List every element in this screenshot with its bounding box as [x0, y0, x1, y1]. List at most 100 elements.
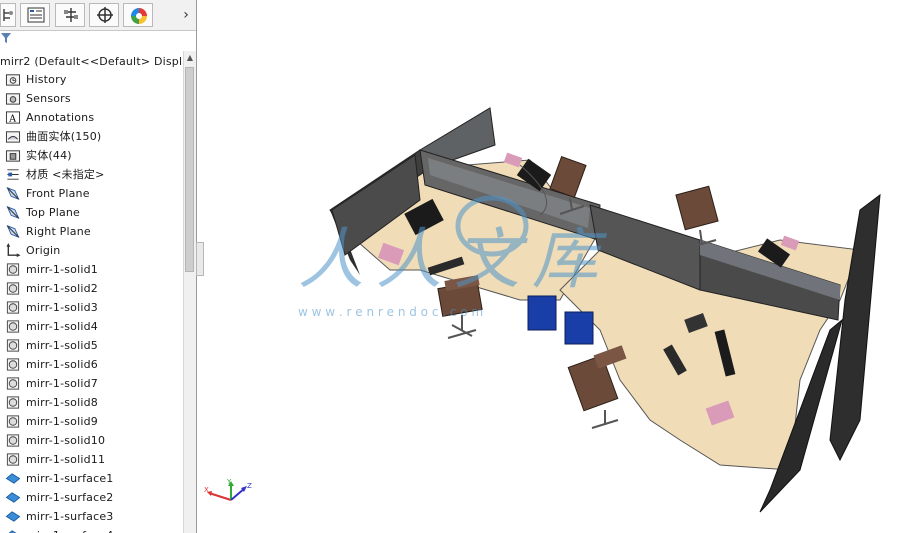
surface-bodies-folder-icon — [5, 131, 21, 143]
tree-item-label: 材质 <未指定> — [26, 168, 105, 181]
tree-item-label: mirr-1-solid11 — [26, 453, 106, 466]
tree-item-label: 实体(44) — [26, 149, 72, 162]
import-solid-icon — [6, 434, 20, 447]
tree-item[interactable]: A Annotations — [0, 108, 183, 127]
tree-item[interactable]: mirr-1-solid7 — [0, 374, 183, 393]
tree-item-label: 曲面实体(150) — [26, 130, 102, 143]
import-solid-icon — [6, 320, 20, 333]
tree-item[interactable]: mirr-1-surface2 — [0, 488, 183, 507]
plane-icon — [6, 206, 20, 219]
tree-item-label: mirr-1-solid9 — [26, 415, 99, 428]
tree-item[interactable]: mirr-1-solid2 — [0, 279, 183, 298]
tree-item[interactable]: mirr-1-solid10 — [0, 431, 183, 450]
tree-item[interactable]: Origin — [0, 241, 183, 260]
tree-item-label: mirr-1-solid7 — [26, 377, 99, 390]
crosshair-icon — [97, 7, 113, 23]
material-icon — [7, 169, 19, 180]
dimxpert-manager-tab[interactable] — [89, 3, 119, 27]
import-solid-icon — [6, 263, 20, 276]
triad-x-label: X — [204, 486, 209, 494]
annotations-icon: A — [5, 111, 21, 124]
import-solid-icon — [6, 453, 20, 466]
tree-item[interactable]: mirr-1-surface3 — [0, 507, 183, 526]
filter-icon[interactable] — [0, 31, 14, 45]
tree-item[interactable]: mirr-1-surface4 — [0, 526, 183, 533]
tree-item-label: mirr-1-solid2 — [26, 282, 99, 295]
tree-item[interactable]: mirr-1-solid3 — [0, 298, 183, 317]
svg-text:A: A — [8, 113, 16, 124]
tree-item[interactable]: mirr-1-solid6 — [0, 355, 183, 374]
property-manager-tab[interactable] — [20, 3, 50, 27]
tree-item-label: mirr-1-surface2 — [26, 491, 114, 504]
plane-icon — [6, 187, 20, 200]
tree-item-label: Top Plane — [26, 206, 81, 219]
bin-2 — [564, 311, 594, 345]
root-part-label: mirr2 (Default<<Default> Display S — [0, 55, 183, 68]
tree-item[interactable]: 曲面实体(150) — [0, 127, 183, 146]
tree-item-label: Annotations — [26, 111, 95, 124]
tree-item[interactable]: History — [0, 70, 183, 89]
watermark-text: 人人文库 — [298, 221, 610, 298]
tree-item-label: Sensors — [26, 92, 71, 105]
graphics-area[interactable]: 人人文库 w w w . r e n r e n d o c . c o m — [205, 0, 900, 533]
import-solid-icon — [6, 377, 20, 390]
tree-item[interactable]: 实体(44) — [0, 146, 183, 165]
property-manager-icon — [27, 7, 45, 23]
import-solid-icon — [6, 282, 20, 295]
manager-tab-bar: › — [0, 0, 196, 31]
tree-item[interactable]: mirr-1-solid8 — [0, 393, 183, 412]
import-solid-icon — [6, 358, 20, 371]
triad-y-label: Y — [226, 478, 232, 486]
display-manager-tab[interactable] — [123, 3, 153, 27]
surface-icon — [8, 530, 17, 533]
tree-item[interactable]: mirr-1-surface1 — [0, 469, 183, 488]
expand-tabs-arrow[interactable]: › — [180, 6, 192, 24]
tree-item[interactable]: mirr-1-solid5 — [0, 336, 183, 355]
tree-item-label: mirr-1-solid6 — [26, 358, 99, 371]
tree-item[interactable]: mirr-1-solid11 — [0, 450, 183, 469]
tree-root-part[interactable]: mirr2 (Default<<Default> Display S — [0, 52, 183, 71]
tree-item-label: mirr-1-solid8 — [26, 396, 99, 409]
chair-bottom-center — [567, 345, 627, 429]
view-triad: X Y Z — [204, 478, 252, 501]
tree-item[interactable]: 材质 <未指定> — [0, 165, 183, 184]
tree-item-label: mirr-1-solid1 — [26, 263, 99, 276]
tree-item-label: History — [26, 73, 67, 86]
origin-icon — [6, 243, 21, 258]
import-solid-icon — [6, 415, 20, 428]
triad-z-label: Z — [247, 482, 252, 490]
tree-item-label: Origin — [26, 244, 61, 257]
tree-item[interactable]: Front Plane — [0, 184, 183, 203]
tree-item-label: Front Plane — [26, 187, 90, 200]
surface-icon — [5, 492, 21, 503]
tree-item[interactable]: mirr-1-solid1 — [0, 260, 183, 279]
tree-item-label: mirr-1-surface3 — [26, 510, 114, 523]
surface-icon — [5, 511, 21, 522]
solid-bodies-folder-icon — [5, 150, 21, 162]
tree-item[interactable]: mirr-1-solid4 — [0, 317, 183, 336]
tree-item[interactable]: Right Plane — [0, 222, 183, 241]
tree-scrollbar[interactable]: ▲ — [183, 51, 196, 533]
configuration-manager-tab[interactable] — [55, 3, 85, 27]
history-folder-icon — [5, 74, 21, 86]
tree-item-label: mirr-1-surface1 — [26, 472, 114, 485]
color-wheel-icon — [131, 8, 147, 24]
scrollbar-thumb[interactable] — [185, 67, 194, 272]
feature-manager-tab[interactable] — [0, 3, 16, 27]
tree-item-label: mirr-1-solid3 — [26, 301, 99, 314]
tree-item-label: mirr-1-solid10 — [26, 434, 106, 447]
tree-item[interactable]: Sensors — [0, 89, 183, 108]
import-solid-icon — [6, 301, 20, 314]
tree-item-label: Right Plane — [26, 225, 91, 238]
feature-tree: mirr2 (Default<<Default> Display S Histo… — [0, 51, 183, 533]
sensors-folder-icon — [5, 93, 21, 105]
tree-item[interactable]: Top Plane — [0, 203, 183, 222]
scroll-up-arrow[interactable]: ▲ — [184, 51, 196, 65]
bin-1 — [527, 295, 557, 331]
feature-tree-icon — [3, 9, 13, 21]
tree-item-label: mirr-1-solid4 — [26, 320, 99, 333]
tree-item[interactable]: mirr-1-solid9 — [0, 412, 183, 431]
tree-item-label: mirr-1-surface4 — [26, 528, 114, 533]
import-solid-icon — [6, 339, 20, 352]
panel-collapse-handle[interactable] — [196, 242, 204, 276]
